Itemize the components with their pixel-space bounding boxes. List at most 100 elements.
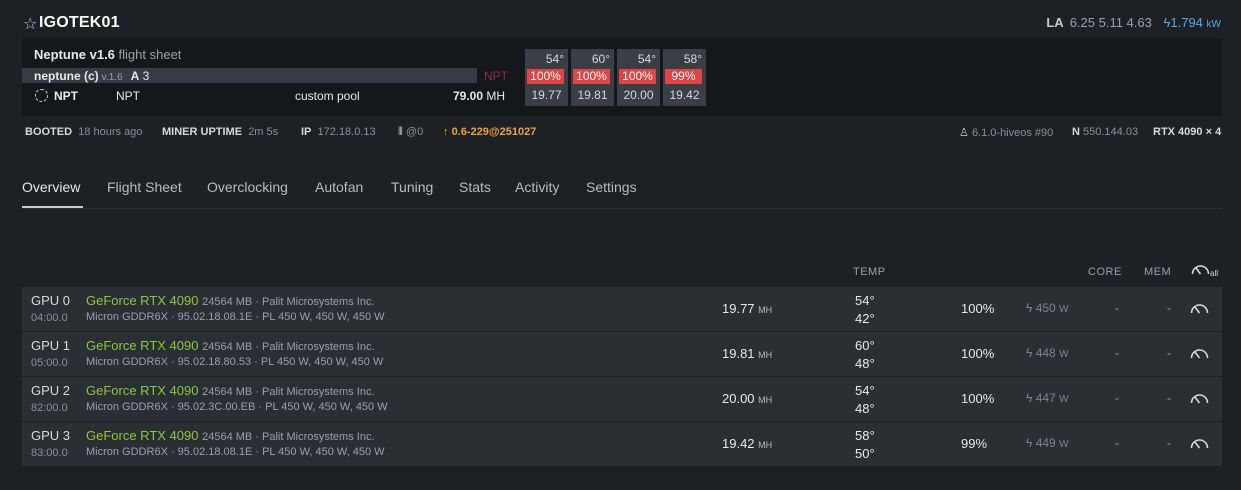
gpu-mem-oc: -: [1167, 391, 1171, 405]
rig-name[interactable]: IGOTEK01: [39, 14, 120, 32]
tab-activity[interactable]: Activity: [515, 179, 559, 195]
gpu-bus-id: 83:00.0: [31, 447, 68, 459]
update-available[interactable]: ↑ 0.6-229@251027: [443, 126, 536, 138]
gpu-power: ϟ 447 W: [1026, 391, 1069, 405]
tuning-all-button[interactable]: all: [1191, 263, 1218, 278]
gpu-row[interactable]: GPU 0 04:00.0 GeForce RTX 4090 24564 MB …: [22, 287, 1222, 331]
gpu-mem-temp: 48°: [855, 356, 875, 371]
gpu-memory-vendor: 24564 MB · Palit Microsystems Inc.: [202, 296, 375, 308]
load-average-values: 6.25 5.11 4.63: [1069, 15, 1152, 30]
gpu-core-temp: 60°: [855, 338, 875, 353]
gpu-row[interactable]: GPU 2 82:00.0 GeForce RTX 4090 24564 MB …: [22, 377, 1222, 421]
algo-letter: A: [130, 69, 140, 83]
gpu-hashrate-value: 20.00: [722, 391, 755, 406]
linux-icon: ♙: [959, 127, 969, 139]
power-unit: kW: [1206, 19, 1221, 30]
kernel-info: ♙ 6.1.0-hiveos #90: [959, 126, 1053, 139]
gpu-memory-vendor: 24564 MB · Palit Microsystems Inc.: [202, 386, 375, 398]
speedometer-icon[interactable]: [1190, 303, 1209, 314]
gpu-model-name: GeForce RTX 4090: [86, 428, 199, 443]
gpu-power-value: 449: [1035, 436, 1056, 450]
network-status[interactable]: ⦀ @0: [398, 126, 423, 139]
network-icon: ⦀: [398, 126, 403, 138]
speedometer-icon: [1191, 265, 1210, 275]
gpu-hashrate: 20.00 MH: [722, 391, 772, 406]
gpu-summary-fan: 100%: [619, 69, 656, 84]
gpu-power-value: 447: [1035, 391, 1056, 405]
gpu-model: GeForce RTX 4090 24564 MB · Palit Micros…: [86, 428, 375, 443]
gpu-summary-temp: 54°: [545, 52, 564, 66]
ip-label: IP: [301, 126, 312, 138]
tab-autofan[interactable]: Autofan: [315, 179, 363, 195]
gpu-core-oc: -: [1115, 346, 1119, 360]
miner-version: v.1.6: [101, 72, 123, 83]
gpu-core-temp: 54°: [855, 383, 875, 398]
gpu-summary-hash: 19.81: [577, 88, 608, 102]
lightning-icon: ϟ: [1026, 346, 1033, 360]
booted-value: 18 hours ago: [78, 126, 143, 138]
gpu-summary-fan: 100%: [527, 69, 564, 84]
miner-uptime-status: MINER UPTIME 2m 5s: [162, 126, 278, 138]
gpu-summary-box[interactable]: 54° 100% 20.00: [617, 49, 660, 106]
speedometer-icon[interactable]: [1190, 393, 1209, 404]
active-tab-indicator: [22, 206, 83, 208]
gpu-power: ϟ 450 W: [1026, 301, 1069, 315]
gpu-fan-speed: 100%: [961, 346, 995, 361]
gpu-power-unit: W: [1059, 349, 1069, 360]
gpu-mem-oc: -: [1167, 436, 1171, 450]
temp-column-header[interactable]: TEMP: [853, 266, 886, 278]
ip-value: 172.18.0.13: [317, 126, 376, 138]
gpu-hashrate-value: 19.81: [722, 346, 755, 361]
speedometer-icon[interactable]: [1190, 438, 1209, 449]
gpu-model-name: GeForce RTX 4090: [86, 293, 199, 308]
tab-overview[interactable]: Overview: [22, 179, 80, 195]
gpu-count-info: RTX 4090 × 4: [1153, 126, 1221, 138]
power-value: 1.794: [1170, 15, 1203, 30]
gpu-summary-fan: 100%: [573, 69, 610, 84]
booted-status: BOOTED 18 hours ago: [25, 126, 142, 138]
gpu-model: GeForce RTX 4090 24564 MB · Palit Micros…: [86, 383, 375, 398]
gpu-summary-temp: 60°: [591, 52, 610, 66]
tab-tuning[interactable]: Tuning: [391, 179, 433, 195]
gpu-model-name: GeForce RTX 4090: [86, 383, 199, 398]
gpu-details: Micron GDDR6X · 95.02.18.80.53 · PL 450 …: [86, 356, 384, 368]
gpu-summary-box[interactable]: 58° 99% 19.42: [663, 49, 706, 106]
nvidia-driver-prefix: N: [1072, 126, 1080, 138]
gpu-core-oc: -: [1115, 436, 1119, 450]
total-hashrate: 79.00 MH: [453, 89, 505, 103]
gpu-bus-id: 05:00.0: [31, 357, 68, 369]
gpu-fan-speed: 100%: [961, 301, 995, 316]
gpu-details: Micron GDDR6X · 95.02.18.08.1E · PL 450 …: [86, 446, 385, 458]
pool-name: custom pool: [295, 89, 360, 103]
gpu-core-temp: 58°: [855, 428, 875, 443]
mem-column-header[interactable]: MEM: [1144, 266, 1171, 278]
load-average: LA 6.25 5.11 4.63 ϟ1.794 kW: [1046, 15, 1221, 30]
speedometer-icon[interactable]: [1190, 348, 1209, 359]
gpu-summary-hash: 19.77: [531, 88, 562, 102]
gpu-power-value: 450: [1035, 301, 1056, 315]
gpu-details: Micron GDDR6X · 95.02.18.08.1E · PL 450 …: [86, 311, 385, 323]
arrow-up-icon: ↑: [443, 126, 449, 138]
lightning-icon: ϟ: [1026, 436, 1033, 450]
tab-overclocking[interactable]: Overclocking: [207, 179, 288, 195]
wallet-name: NPT: [116, 89, 140, 103]
gpu-hashrate-unit: MH: [758, 350, 773, 360]
tab-settings[interactable]: Settings: [586, 179, 637, 195]
gpu-core-oc: -: [1115, 391, 1119, 405]
gpu-summary-box[interactable]: 60° 100% 19.81: [571, 49, 614, 106]
gpu-row[interactable]: GPU 3 83:00.0 GeForce RTX 4090 24564 MB …: [22, 422, 1222, 466]
gpu-details: Micron GDDR6X · 95.02.3C.00.EB · PL 450 …: [86, 401, 388, 413]
tab-stats[interactable]: Stats: [459, 179, 491, 195]
uptime-value: 2m 5s: [248, 126, 279, 138]
gpu-row[interactable]: GPU 1 05:00.0 GeForce RTX 4090 24564 MB …: [22, 332, 1222, 376]
gpu-hashrate-unit: MH: [758, 440, 773, 450]
favorite-star-icon[interactable]: ☆: [23, 14, 37, 34]
tab-flight-sheet[interactable]: Flight Sheet: [107, 179, 182, 195]
gpu-hashrate-unit: MH: [758, 395, 773, 405]
gpu-summary-fan: 99%: [665, 69, 702, 84]
core-column-header[interactable]: CORE: [1088, 266, 1122, 278]
flight-sheet-title[interactable]: Neptune v1.6 flight sheet: [34, 47, 181, 62]
gpu-model: GeForce RTX 4090 24564 MB · Palit Micros…: [86, 338, 375, 353]
miner-info[interactable]: neptune (c) v.1.6 A 3: [34, 69, 149, 83]
gpu-summary-box[interactable]: 54° 100% 19.77: [525, 49, 568, 106]
